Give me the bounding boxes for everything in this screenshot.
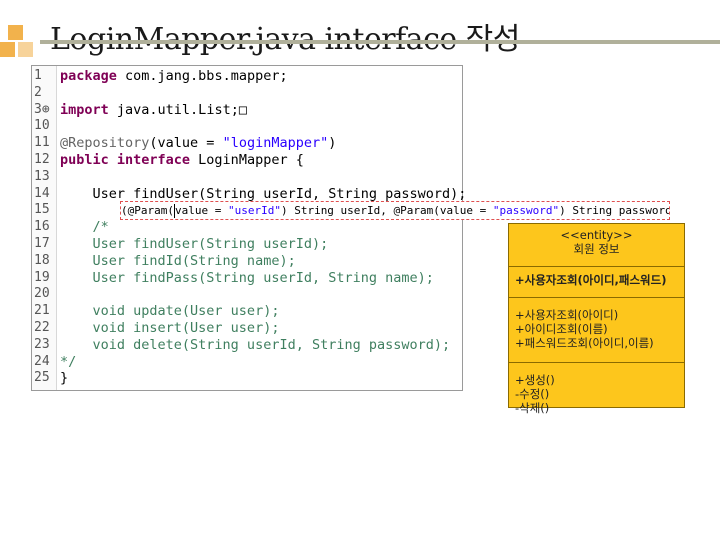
line-number: 10 — [34, 118, 50, 134]
line-number: 23 — [34, 336, 50, 352]
code-text: void delete(String userId, String passwo… — [60, 336, 451, 353]
line-number: 22 — [34, 320, 50, 335]
uml-method: +사용자조회(아이디) — [515, 308, 619, 322]
uml-method: +아이디조회(이름) — [515, 322, 608, 336]
line-number: 2 — [34, 84, 42, 100]
uml-method: -삭제() — [515, 401, 550, 415]
code-text: */ — [60, 353, 77, 370]
line-number: 18 — [34, 252, 50, 268]
line-number: 24 — [34, 353, 50, 369]
code-text: /* — [60, 219, 109, 236]
param-annotation-snippet: (@Param(value = "userId") String userId,… — [120, 201, 670, 220]
uml-method: -수정() — [515, 387, 550, 401]
code-text: public interface LoginMapper { — [60, 152, 304, 168]
line-number: 19 — [34, 269, 50, 285]
uml-crud-methods: +생성() -수정() -삭제() — [509, 363, 684, 418]
uml-method: +생성() — [515, 373, 555, 387]
uml-entity-box: <<entity>> 회원 정보 +사용자조회(아이디,패스워드) +사용자조회… — [508, 223, 685, 415]
title-divider — [40, 40, 720, 44]
line-number: 12 — [34, 152, 50, 167]
code-editor[interactable]: 1 package com.jang.bbs.mapper; 2 3⊕ import j… — [31, 65, 467, 391]
line-number: 17 — [34, 236, 50, 251]
line-number: 15 — [34, 202, 50, 218]
line-number: 20 — [34, 286, 50, 302]
line-number: 11 — [34, 135, 50, 151]
code-text: import java.util.List;□ — [60, 101, 247, 118]
uml-entity-name: 회원 정보 — [573, 242, 620, 256]
code-text: @Repository(value = "loginMapper") — [60, 135, 337, 152]
line-number: 16 — [34, 219, 50, 235]
line-number: 25 — [34, 370, 50, 386]
code-text: User findPass(String userId, String name… — [60, 269, 434, 286]
code-text: void insert(User user); — [60, 320, 280, 336]
uml-attributes: +사용자조회(아이디,패스워드) — [509, 267, 684, 298]
decorative-square-right — [18, 42, 33, 57]
line-number: 21 — [34, 303, 50, 319]
decorative-square-left — [0, 42, 15, 57]
uml-primary-method: +사용자조회(아이디,패스워드) — [515, 273, 667, 287]
uml-method: +패스워드조회(아이디,이름) — [515, 336, 654, 350]
code-text: } — [60, 370, 69, 387]
uml-query-methods: +사용자조회(아이디) +아이디조회(이름) +패스워드조회(아이디,이름) — [509, 298, 684, 363]
slide-title: LoginMapper.java interface 작성 — [50, 14, 520, 58]
code-text: User findId(String name); — [60, 252, 296, 269]
decorative-square-top — [8, 25, 23, 40]
code-text: User findUser(String userId, String pass… — [60, 185, 467, 202]
uml-stereotype: <<entity>> — [560, 228, 633, 242]
uml-header: <<entity>> 회원 정보 — [509, 224, 684, 267]
line-number: 3⊕ — [34, 101, 50, 117]
code-text: void update(User user); — [60, 303, 280, 320]
code-text: package com.jang.bbs.mapper; — [60, 68, 288, 84]
line-number: 1 — [34, 68, 42, 83]
code-text: User findUser(String userId); — [60, 236, 329, 252]
line-number: 13 — [34, 168, 50, 184]
line-number: 14 — [34, 185, 50, 201]
